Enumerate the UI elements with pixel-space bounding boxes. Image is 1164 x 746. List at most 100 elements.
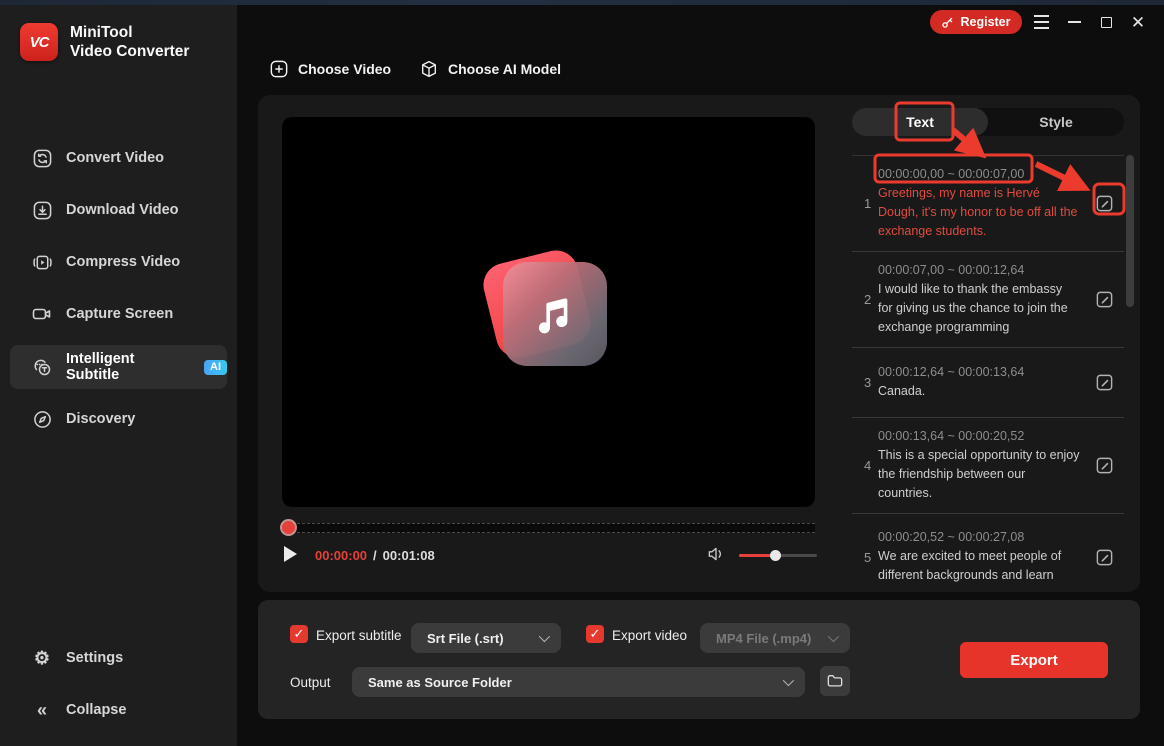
subtitle-row-2[interactable]: 2 00:00:07,00 ~ 00:00:12,64 I would like… (852, 252, 1124, 348)
register-label: Register (960, 15, 1011, 29)
volume-slider[interactable] (739, 550, 817, 561)
edit-subtitle-button[interactable] (1084, 456, 1124, 475)
maximize-button[interactable] (1096, 12, 1116, 32)
sidebar-item-download-video[interactable]: Download Video (0, 192, 237, 228)
choose-video-label: Choose Video (298, 61, 392, 77)
subtitle-index: 4 (864, 458, 872, 473)
subtitle-row-5[interactable]: 5 00:00:20,52 ~ 00:00:27,08 We are excit… (852, 514, 1124, 584)
menu-button[interactable] (1031, 12, 1051, 32)
app-title: MiniTool Video Converter (70, 23, 189, 61)
sidebar-item-compress-video[interactable]: Compress Video (0, 244, 237, 280)
subtitle-timestamp: 00:00:20,52 ~ 00:00:27,08 (878, 530, 1025, 544)
ai-badge: AI (204, 359, 227, 375)
export-bar: ✓ Export subtitle Srt File (.srt) ✓ Expo… (258, 600, 1140, 719)
time-display: 00:00:00 / 00:01:08 (315, 548, 435, 563)
video-format-dropdown[interactable]: MP4 File (.mp4) (700, 623, 850, 653)
subtitle-scrollbar[interactable] (1126, 155, 1134, 307)
sidebar-item-label: Convert Video (66, 150, 165, 166)
app-logo: VC (20, 23, 58, 61)
maximize-icon (1100, 16, 1112, 28)
subtitle-format-value: Srt File (.srt) (427, 630, 504, 646)
seek-bar[interactable] (282, 523, 815, 533)
sidebar: VC MiniTool Video Converter Convert Vide… (0, 5, 237, 746)
intelligent-subtitle-icon (32, 357, 52, 377)
sidebar-item-collapse[interactable]: « Collapse (0, 692, 237, 728)
subtitle-row-4[interactable]: 4 00:00:13,64 ~ 00:00:20,52 This is a sp… (852, 418, 1124, 514)
export-button-label: Export (1010, 651, 1058, 669)
minimize-button[interactable] (1064, 12, 1084, 32)
output-folder-value: Same as Source Folder (368, 674, 512, 690)
capture-screen-icon (32, 304, 52, 324)
subtitle-text: Canada. (878, 384, 926, 398)
subtitle-list: 1 00:00:00,00 ~ 00:00:07,00 Greetings, m… (852, 156, 1124, 584)
edit-subtitle-button[interactable] (1084, 290, 1124, 309)
browse-folder-button[interactable] (820, 666, 850, 696)
sidebar-item-label: Intelligent Subtitle (66, 351, 135, 383)
choose-ai-model-tab[interactable]: Choose AI Model (420, 58, 561, 80)
volume-button[interactable] (707, 546, 725, 567)
sidebar-item-label: Download Video (66, 202, 179, 218)
content-card: 00:00:00 / 00:01:08 Text Style 1 00:00:0… (258, 95, 1140, 592)
tab-style[interactable]: Style (988, 108, 1124, 136)
sidebar-item-label: Collapse (66, 702, 127, 718)
subtitle-text: We are excited to meet people of differe… (878, 549, 1062, 582)
sidebar-item-settings[interactable]: ⚙ Settings (0, 640, 237, 676)
sidebar-item-capture-screen[interactable]: Capture Screen (0, 296, 237, 332)
app-brand: VC MiniTool Video Converter (20, 23, 189, 61)
output-folder-dropdown[interactable]: Same as Source Folder (352, 667, 805, 697)
edit-subtitle-button[interactable] (1084, 194, 1124, 213)
tab-text[interactable]: Text (852, 108, 988, 136)
sidebar-item-intelligent-subtitle[interactable]: Intelligent Subtitle AI (10, 345, 227, 389)
subtitle-panel: Text Style 1 00:00:00,00 ~ 00:00:07,00 G… (852, 108, 1124, 584)
subtitle-timestamp: 00:00:00,00 ~ 00:00:07,00 (878, 167, 1025, 181)
speaker-icon (708, 547, 722, 561)
subtitle-timestamp: 00:00:07,00 ~ 00:00:12,64 (878, 263, 1025, 277)
time-separator: / (373, 548, 377, 563)
subtitle-index: 1 (864, 196, 872, 211)
check-icon: ✓ (589, 626, 601, 641)
subtitle-row-3[interactable]: 3 00:00:12,64 ~ 00:00:13,64 Canada. (852, 348, 1124, 418)
edit-subtitle-button[interactable] (1084, 373, 1124, 392)
add-video-icon (270, 60, 288, 78)
play-button[interactable] (284, 546, 297, 562)
collapse-chevrons-icon: « (36, 700, 47, 720)
sidebar-item-convert-video[interactable]: Convert Video (0, 140, 237, 176)
edit-pencil-icon (1096, 374, 1112, 391)
export-button[interactable]: Export (960, 642, 1108, 678)
minimize-icon (1067, 21, 1081, 23)
register-button[interactable]: Register (930, 10, 1022, 34)
sidebar-item-label: Settings (66, 650, 124, 666)
subtitle-text: This is a special opportunity to enjoy t… (878, 448, 1080, 500)
subtitle-format-dropdown[interactable]: Srt File (.srt) (411, 623, 561, 653)
total-duration: 00:01:08 (382, 548, 435, 563)
volume-handle[interactable] (770, 550, 781, 561)
app-title-line1: MiniTool (70, 24, 133, 41)
export-video-label: Export video (612, 628, 688, 643)
ai-model-cube-icon (422, 60, 436, 78)
sidebar-item-label: Capture Screen (66, 306, 174, 322)
discovery-icon (32, 409, 52, 429)
subtitle-index: 5 (864, 549, 872, 565)
convert-video-icon (32, 148, 52, 168)
edit-subtitle-button[interactable] (1084, 548, 1124, 567)
edit-pencil-icon (1096, 457, 1112, 474)
subtitle-index: 2 (864, 292, 872, 307)
settings-gear-icon: ⚙ (33, 648, 51, 668)
export-video-checkbox[interactable]: ✓ (586, 625, 604, 643)
check-icon: ✓ (293, 626, 305, 641)
current-time: 00:00:00 (315, 548, 368, 563)
key-icon (942, 17, 953, 28)
export-subtitle-checkbox[interactable]: ✓ (290, 625, 308, 643)
subtitle-row-1[interactable]: 1 00:00:00,00 ~ 00:00:07,00 Greetings, m… (852, 156, 1124, 252)
subtitle-timestamp: 00:00:13,64 ~ 00:00:20,52 (878, 429, 1025, 443)
close-button[interactable]: ✕ (1128, 12, 1148, 32)
subtitle-index: 3 (864, 375, 872, 390)
sidebar-item-discovery[interactable]: Discovery (0, 401, 237, 437)
edit-pencil-icon (1096, 291, 1112, 308)
seek-handle[interactable] (282, 521, 295, 534)
chevron-down-icon (782, 674, 795, 687)
edit-pencil-icon (1096, 549, 1112, 565)
choose-video-tab[interactable]: Choose Video (270, 58, 391, 80)
folder-icon (827, 675, 843, 687)
output-label: Output (290, 675, 331, 690)
